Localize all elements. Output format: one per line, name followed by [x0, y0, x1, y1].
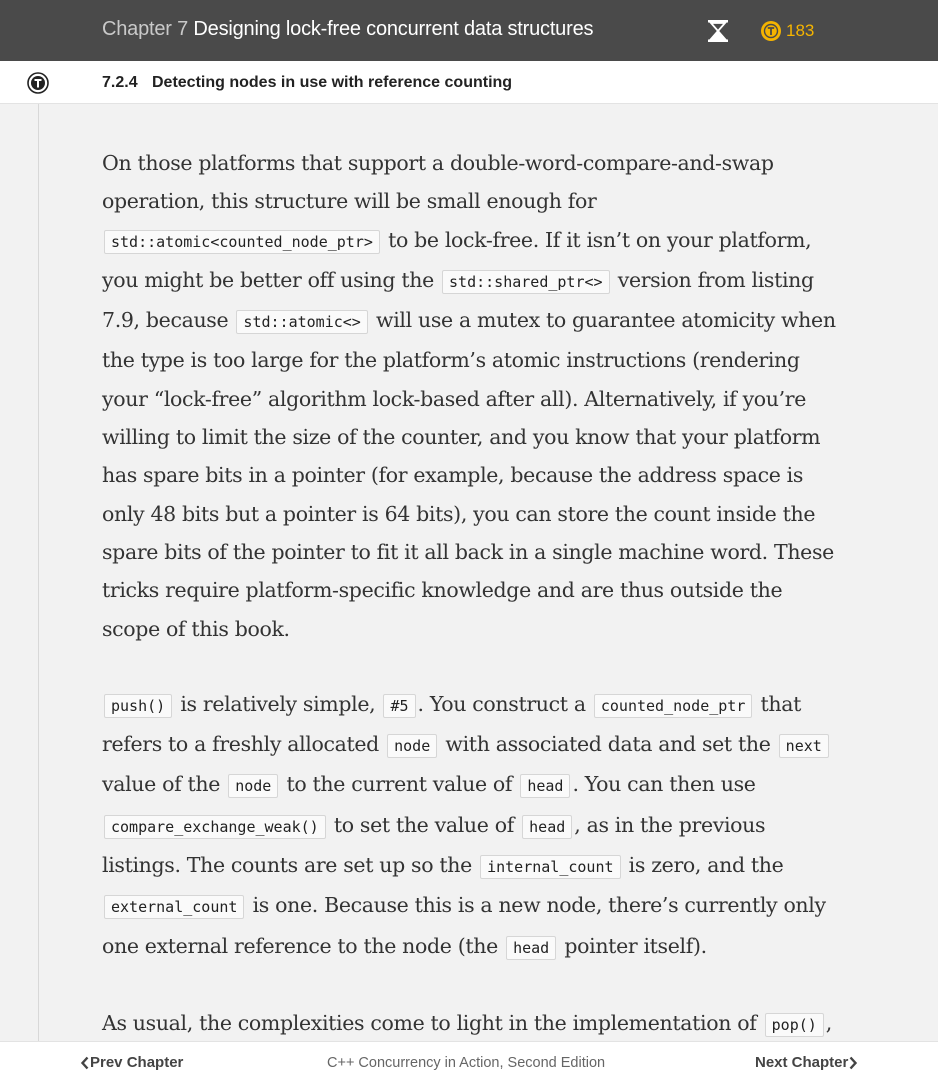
inline-code: std::shared_ptr<>	[442, 269, 610, 294]
inline-code: node	[228, 774, 279, 799]
inline-code: next	[778, 734, 829, 759]
book-content: On those platforms that support a double…	[102, 144, 842, 1080]
text: On those platforms that support a double…	[102, 151, 774, 214]
inline-code: head	[520, 774, 571, 799]
text: is zero, and the	[622, 853, 784, 878]
inline-code: node	[387, 734, 438, 759]
manning-logo-icon[interactable]	[27, 72, 49, 94]
token-count: 183	[786, 21, 815, 40]
section-bar: 7.2.4 Detecting nodes in use with refere…	[0, 61, 938, 104]
text: to set the value of	[327, 812, 521, 837]
token-balance[interactable]: 183	[761, 21, 814, 41]
inline-code: std::atomic<counted_node_ptr>	[104, 229, 380, 254]
book-title: C++ Concurrency in Action, Second Editio…	[327, 1055, 606, 1071]
code-annotation[interactable]: #5	[383, 693, 416, 718]
text: value of the	[102, 772, 227, 797]
text: is relatively simple,	[174, 691, 382, 716]
section-number: 7.2.4	[102, 74, 138, 91]
text: with associated data and set the	[439, 732, 777, 757]
next-chapter-button[interactable]: Next Chapter	[755, 1054, 858, 1071]
inline-code: head	[506, 935, 557, 960]
section-title: Detecting nodes in use with reference co…	[152, 74, 513, 91]
top-bar: Chapter 7 Designing lock-free concurrent…	[0, 0, 938, 61]
chapter-title[interactable]: Chapter 7 Designing lock-free concurrent…	[102, 18, 593, 41]
chevron-right-icon	[849, 1056, 858, 1069]
inline-code: push()	[104, 693, 173, 718]
text: . You construct a	[417, 691, 592, 716]
inline-code: head	[522, 814, 573, 839]
inline-code: internal_count	[480, 855, 621, 880]
text: pointer itself).	[558, 933, 707, 958]
chapter-name: Designing lock-free concurrent data stru…	[193, 18, 594, 40]
prev-chapter-button[interactable]: Prev Chapter	[80, 1054, 183, 1071]
inline-code: pop()	[764, 1012, 824, 1037]
paragraph: push() is relatively simple, #5. You con…	[102, 685, 842, 967]
chapter-label: Chapter 7	[102, 18, 189, 40]
left-rule	[38, 104, 39, 1041]
chevron-left-icon	[80, 1056, 89, 1069]
text: to the current value of	[280, 772, 519, 797]
token-coin-icon	[761, 21, 781, 41]
inline-code: external_count	[104, 895, 245, 920]
prev-chapter-label: Prev Chapter	[90, 1054, 184, 1071]
footer-nav: Prev Chapter C++ Concurrency in Action, …	[0, 1041, 938, 1080]
inline-code: compare_exchange_weak()	[104, 814, 326, 839]
inline-code: std::atomic<>	[236, 310, 368, 335]
text: will use a mutex to guarantee atomicity …	[102, 308, 836, 641]
inline-code: counted_node_ptr	[593, 693, 753, 718]
paragraph: On those platforms that support a double…	[102, 144, 842, 648]
hourglass-icon[interactable]	[707, 19, 729, 43]
text: . You can then use	[572, 772, 756, 797]
next-chapter-label: Next Chapter	[755, 1054, 849, 1071]
text: As usual, the complexities come to light…	[102, 1010, 763, 1035]
